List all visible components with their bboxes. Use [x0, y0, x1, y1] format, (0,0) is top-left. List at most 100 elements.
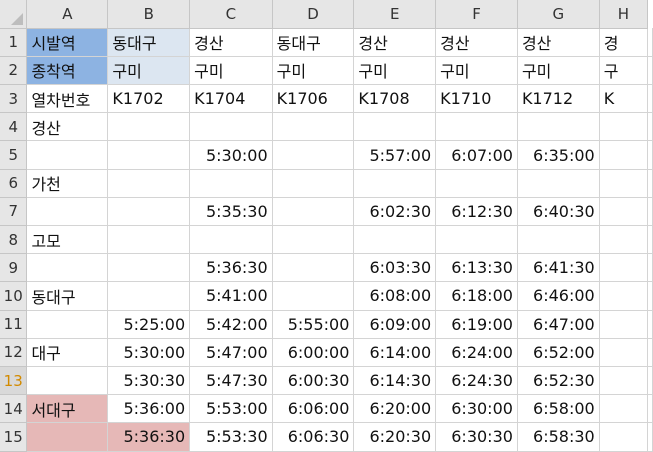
row-header-2[interactable]: 2	[0, 56, 28, 86]
cell-c3[interactable]: K1704	[189, 84, 273, 114]
cell-f6[interactable]	[435, 169, 518, 198]
row-header-10[interactable]: 10	[0, 281, 28, 311]
cell-a7[interactable]	[26, 197, 109, 227]
cell-c14[interactable]: 5:53:00	[189, 394, 273, 424]
column-header-b[interactable]: B	[107, 0, 191, 29]
cell-h10[interactable]	[599, 281, 649, 311]
cell-a13[interactable]	[26, 366, 109, 396]
cell-h6[interactable]	[599, 169, 649, 198]
cell-a4[interactable]: 경산	[26, 112, 109, 142]
cell-b10[interactable]	[107, 281, 191, 311]
row-header-9[interactable]: 9	[0, 253, 28, 283]
cell-g5[interactable]: 6:35:00	[517, 140, 600, 170]
cell-f4[interactable]	[435, 112, 518, 142]
cell-overflow-6[interactable]	[647, 169, 653, 198]
cell-b2[interactable]: 구미	[107, 56, 191, 86]
row-header-6[interactable]: 6	[0, 169, 28, 198]
cell-d15[interactable]: 6:06:30	[272, 422, 355, 452]
cell-d14[interactable]: 6:06:00	[272, 394, 355, 424]
cell-c9[interactable]: 5:36:30	[189, 253, 273, 283]
cell-d5[interactable]	[272, 140, 355, 170]
cell-f14[interactable]: 6:30:00	[435, 394, 518, 424]
select-all-corner[interactable]	[0, 0, 28, 29]
cell-d11[interactable]: 5:55:00	[272, 310, 355, 339]
cell-e3[interactable]: K1708	[353, 84, 437, 114]
cell-overflow-12[interactable]	[647, 338, 653, 367]
cell-g7[interactable]: 6:40:30	[517, 197, 600, 227]
cell-c12[interactable]: 5:47:00	[189, 338, 273, 367]
row-header-1[interactable]: 1	[0, 28, 28, 57]
cell-h12[interactable]	[599, 338, 649, 367]
cell-overflow-10[interactable]	[647, 281, 653, 311]
row-header-5[interactable]: 5	[0, 140, 28, 170]
spreadsheet-grid[interactable]: ABCDEFGH 1 시발역 동대구 경산 동대구 경산 경산 경산 경 2 종착역 구미 구미 구미 구미…	[0, 0, 653, 452]
cell-b6[interactable]	[107, 169, 191, 198]
row-header-11[interactable]: 11	[0, 310, 28, 339]
cell-overflow-14[interactable]	[647, 394, 653, 424]
cell-h14[interactable]	[599, 394, 649, 424]
cell-h13[interactable]	[599, 366, 649, 396]
cell-a14[interactable]: 서대구	[26, 394, 109, 424]
cell-h1[interactable]: 경	[599, 28, 649, 57]
cell-c11[interactable]: 5:42:00	[189, 310, 273, 339]
cell-a9[interactable]	[26, 253, 109, 283]
cell-g11[interactable]: 6:47:00	[517, 310, 600, 339]
cell-a10[interactable]: 동대구	[26, 281, 109, 311]
cell-h8[interactable]	[599, 225, 649, 255]
cell-a5[interactable]	[26, 140, 109, 170]
cell-g13[interactable]: 6:52:30	[517, 366, 600, 396]
column-header-h[interactable]: H	[599, 0, 649, 29]
cell-g14[interactable]: 6:58:00	[517, 394, 600, 424]
cell-overflow-2[interactable]	[647, 56, 653, 86]
cell-h7[interactable]	[599, 197, 649, 227]
cell-g2[interactable]: 구미	[517, 56, 600, 86]
cell-g15[interactable]: 6:58:30	[517, 422, 600, 452]
cell-e9[interactable]: 6:03:30	[353, 253, 437, 283]
cell-b7[interactable]	[107, 197, 191, 227]
cell-h9[interactable]	[599, 253, 649, 283]
cell-e13[interactable]: 6:14:30	[353, 366, 437, 396]
cell-a3[interactable]: 열차번호	[26, 84, 109, 114]
cell-d12[interactable]: 6:00:00	[272, 338, 355, 367]
cell-f10[interactable]: 6:18:00	[435, 281, 518, 311]
cell-e10[interactable]: 6:08:00	[353, 281, 437, 311]
cell-b8[interactable]	[107, 225, 191, 255]
cell-e4[interactable]	[353, 112, 437, 142]
row-header-3[interactable]: 3	[0, 84, 28, 114]
column-header-f[interactable]: F	[435, 0, 518, 29]
cell-a12[interactable]: 대구	[26, 338, 109, 367]
cell-g3[interactable]: K1712	[517, 84, 600, 114]
cell-d9[interactable]	[272, 253, 355, 283]
row-header-12[interactable]: 12	[0, 338, 28, 367]
cell-c2[interactable]: 구미	[189, 56, 273, 86]
cell-b14[interactable]: 5:36:00	[107, 394, 191, 424]
cell-c13[interactable]: 5:47:30	[189, 366, 273, 396]
cell-a11[interactable]	[26, 310, 109, 339]
cell-h3[interactable]: K	[599, 84, 649, 114]
cell-f5[interactable]: 6:07:00	[435, 140, 518, 170]
column-header-c[interactable]: C	[189, 0, 273, 29]
cell-overflow-5[interactable]	[647, 140, 653, 170]
cell-e5[interactable]: 5:57:00	[353, 140, 437, 170]
cell-c15[interactable]: 5:53:30	[189, 422, 273, 452]
cell-e6[interactable]	[353, 169, 437, 198]
cell-d7[interactable]	[272, 197, 355, 227]
cell-g9[interactable]: 6:41:30	[517, 253, 600, 283]
cell-overflow-9[interactable]	[647, 253, 653, 283]
cell-e1[interactable]: 경산	[353, 28, 437, 57]
cell-d1[interactable]: 동대구	[272, 28, 355, 57]
cell-b13[interactable]: 5:30:30	[107, 366, 191, 396]
cell-c6[interactable]	[189, 169, 273, 198]
cell-overflow-11[interactable]	[647, 310, 653, 339]
cell-a6[interactable]: 가천	[26, 169, 109, 198]
cell-g10[interactable]: 6:46:00	[517, 281, 600, 311]
cell-overflow-8[interactable]	[647, 225, 653, 255]
cell-overflow-7[interactable]	[647, 197, 653, 227]
cell-d6[interactable]	[272, 169, 355, 198]
cell-b3[interactable]: K1702	[107, 84, 191, 114]
cell-d10[interactable]	[272, 281, 355, 311]
cell-g1[interactable]: 경산	[517, 28, 600, 57]
cell-b9[interactable]	[107, 253, 191, 283]
cell-f12[interactable]: 6:24:00	[435, 338, 518, 367]
cell-f2[interactable]: 구미	[435, 56, 518, 86]
